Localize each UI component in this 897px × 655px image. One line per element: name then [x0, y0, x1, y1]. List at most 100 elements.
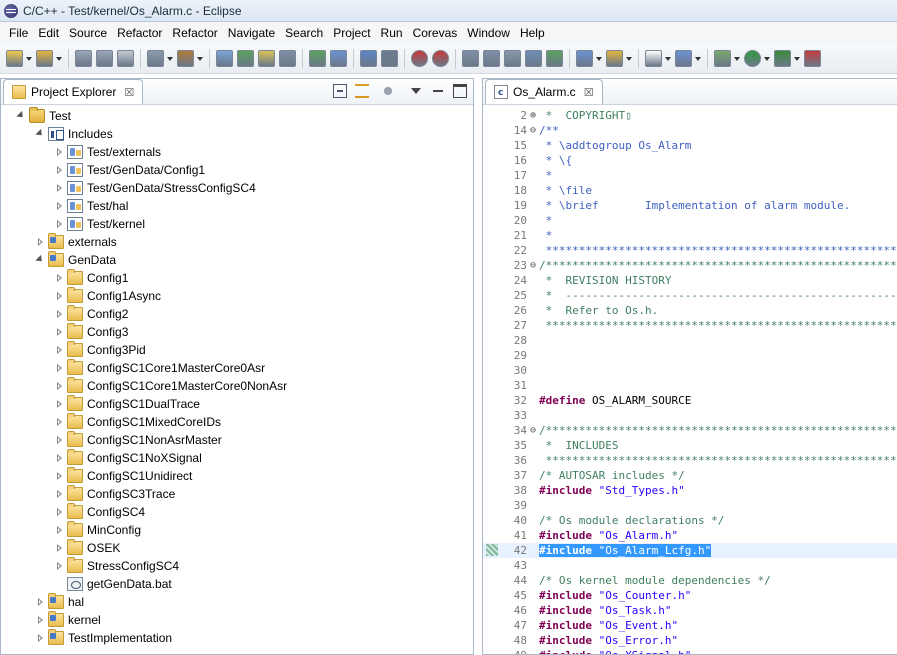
code-line[interactable]: 29: [483, 348, 897, 363]
tree-item[interactable]: Config1: [1, 269, 473, 287]
save-icon[interactable]: [75, 50, 92, 67]
code-line[interactable]: 31: [483, 378, 897, 393]
tree-item[interactable]: ConfigSC1DualTrace: [1, 395, 473, 413]
tree-item[interactable]: GenData: [1, 251, 473, 269]
collapsed-arrow-icon[interactable]: [54, 471, 64, 481]
collapse-all-icon[interactable]: [333, 84, 347, 98]
tab-os-alarm-c[interactable]: c Os_Alarm.c ☒: [485, 79, 603, 104]
collapsed-arrow-icon[interactable]: [54, 435, 64, 445]
menu-window[interactable]: Window: [462, 23, 515, 43]
code-line[interactable]: 24 * REVISION HISTORY: [483, 273, 897, 288]
code-line[interactable]: 20 *: [483, 213, 897, 228]
open-type-icon[interactable]: [309, 50, 326, 67]
code-line[interactable]: 18 * \file: [483, 183, 897, 198]
menu-help[interactable]: Help: [515, 23, 550, 43]
open-element-icon[interactable]: [330, 50, 347, 67]
code-line[interactable]: 23 ⊖/************************************…: [483, 258, 897, 273]
tree-item[interactable]: ConfigSC1Core1MasterCore0NonAsr: [1, 377, 473, 395]
code-line[interactable]: 19 * \brief Implementation of alarm modu…: [483, 198, 897, 213]
collapsed-arrow-icon[interactable]: [35, 237, 45, 247]
code-line[interactable]: 16 * \{: [483, 153, 897, 168]
collapsed-arrow-icon[interactable]: [54, 507, 64, 517]
code-line[interactable]: 43: [483, 558, 897, 573]
code-line[interactable]: 37 /* AUTOSAR includes */: [483, 468, 897, 483]
menu-edit[interactable]: Edit: [33, 23, 64, 43]
info-icon[interactable]: [258, 50, 275, 67]
debug-icon[interactable]: [714, 50, 731, 67]
occurrence-marker-icon[interactable]: [486, 544, 498, 556]
menu-search[interactable]: Search: [280, 23, 328, 43]
code-line[interactable]: 15 * \addtogroup Os_Alarm: [483, 138, 897, 153]
collapsed-arrow-icon[interactable]: [54, 183, 64, 193]
collapsed-arrow-icon[interactable]: [54, 291, 64, 301]
dropdown-arrow-icon[interactable]: [764, 50, 771, 67]
collapsed-arrow-icon[interactable]: [54, 363, 64, 373]
record-icon[interactable]: [432, 50, 449, 67]
save-all-icon[interactable]: [96, 50, 113, 67]
tree-item[interactable]: ConfigSC1MixedCoreIDs: [1, 413, 473, 431]
config-icon[interactable]: [483, 50, 500, 67]
collapse-fold-icon[interactable]: ⊖: [528, 423, 538, 438]
dropdown-arrow-icon[interactable]: [665, 50, 672, 67]
tree-item[interactable]: Test/kernel: [1, 215, 473, 233]
print-icon[interactable]: [117, 50, 134, 67]
code-line[interactable]: 22 *************************************…: [483, 243, 897, 258]
menu-navigate[interactable]: Navigate: [223, 23, 280, 43]
code-line[interactable]: 2 ⊕ * COPYRIGHT▯: [483, 108, 897, 123]
tree-item[interactable]: OSEK: [1, 539, 473, 557]
tree-item[interactable]: ConfigSC1Core1MasterCore0Asr: [1, 359, 473, 377]
collapsed-arrow-icon[interactable]: [35, 615, 45, 625]
code-line[interactable]: 14 ⊖/**: [483, 123, 897, 138]
tree-item[interactable]: Config3: [1, 323, 473, 341]
code-line[interactable]: 40 /* Os module declarations */: [483, 513, 897, 528]
dropdown-arrow-icon[interactable]: [26, 50, 33, 67]
expand-fold-icon[interactable]: ⊕: [528, 108, 538, 123]
run-icon[interactable]: [744, 50, 761, 67]
tree-item[interactable]: Test/GenData/Config1: [1, 161, 473, 179]
collapsed-arrow-icon[interactable]: [54, 147, 64, 157]
collapse-fold-icon[interactable]: ⊖: [528, 123, 538, 138]
collapsed-arrow-icon[interactable]: [54, 345, 64, 355]
code-line[interactable]: 44 /* Os kernel module dependencies */: [483, 573, 897, 588]
tree-item[interactable]: TestImplementation: [1, 629, 473, 647]
collapsed-arrow-icon[interactable]: [54, 417, 64, 427]
collapsed-arrow-icon[interactable]: [54, 453, 64, 463]
code-line[interactable]: 48 #include "Os_Error.h": [483, 633, 897, 648]
close-icon[interactable]: ☒: [584, 86, 594, 99]
search-icon[interactable]: [381, 50, 398, 67]
tree-item[interactable]: externals: [1, 233, 473, 251]
code-line[interactable]: 41 #include "Os_Alarm.h": [483, 528, 897, 543]
external-tools-icon[interactable]: [774, 50, 791, 67]
gear-icon[interactable]: [147, 50, 164, 67]
tree-item[interactable]: Test/hal: [1, 197, 473, 215]
tree-item[interactable]: Test/GenData/StressConfigSC4: [1, 179, 473, 197]
collapsed-arrow-icon[interactable]: [54, 201, 64, 211]
dbg-icon[interactable]: [525, 50, 542, 67]
code-line[interactable]: 27 *************************************…: [483, 318, 897, 333]
dropdown-arrow-icon[interactable]: [167, 50, 174, 67]
collapsed-arrow-icon[interactable]: [54, 381, 64, 391]
tree-item[interactable]: MinConfig: [1, 521, 473, 539]
expanded-arrow-icon[interactable]: [35, 129, 45, 139]
tree-item[interactable]: ConfigSC1NonAsrMaster: [1, 431, 473, 449]
dropdown-arrow-icon[interactable]: [695, 50, 702, 67]
new-icon[interactable]: [6, 50, 23, 67]
lib-icon[interactable]: [504, 50, 521, 67]
menu-corevas[interactable]: Corevas: [408, 23, 463, 43]
code-line[interactable]: 45 #include "Os_Counter.h": [483, 588, 897, 603]
tree-item[interactable]: ConfigSC1Unidirect: [1, 467, 473, 485]
tree-item[interactable]: hal: [1, 593, 473, 611]
tree-item[interactable]: ConfigSC3Trace: [1, 485, 473, 503]
menu-refactor[interactable]: Refactor: [112, 23, 167, 43]
collapsed-arrow-icon[interactable]: [54, 525, 64, 535]
dropdown-arrow-icon[interactable]: [626, 50, 633, 67]
code-line[interactable]: 26 * Refer to Os.h.: [483, 303, 897, 318]
code-line[interactable]: 49 #include "Os_XSignal.h": [483, 648, 897, 654]
task-icon[interactable]: [279, 50, 296, 67]
dropdown-arrow-icon[interactable]: [596, 50, 603, 67]
collapse-fold-icon[interactable]: ⊖: [528, 258, 538, 273]
code-line[interactable]: 36 *************************************…: [483, 453, 897, 468]
dropdown-arrow-icon[interactable]: [197, 50, 204, 67]
code-line[interactable]: 46 #include "Os_Task.h": [483, 603, 897, 618]
view-menu-icon[interactable]: [409, 84, 423, 98]
